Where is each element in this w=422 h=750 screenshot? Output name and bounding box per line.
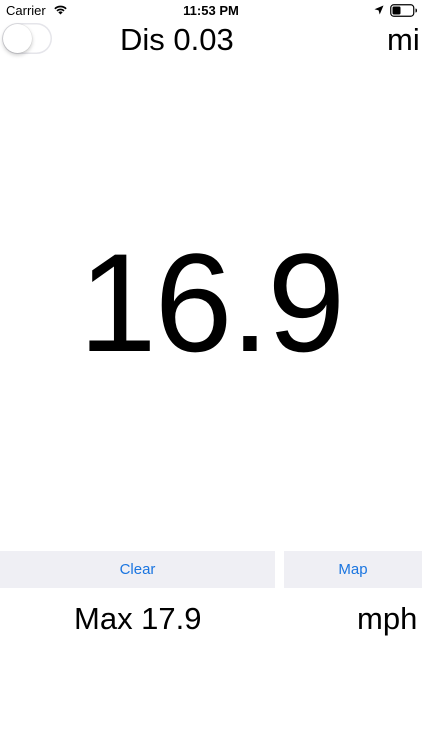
location-arrow-icon	[374, 5, 384, 15]
distance-readout: Dis 0.03	[120, 22, 234, 57]
distance-unit: mi	[387, 22, 420, 57]
status-time: 11:53 PM	[183, 3, 239, 18]
max-speed-readout: Max 17.9	[74, 601, 202, 636]
toggle-knob	[3, 24, 32, 53]
clear-button[interactable]: Clear	[0, 551, 275, 588]
speedometer-screen: Carrier 11:53 PM Dis 0.03 mi 16.9 Clear …	[0, 0, 422, 750]
tracking-toggle[interactable]	[2, 23, 52, 54]
battery-icon	[390, 4, 417, 17]
current-speed: 16.9	[78, 224, 345, 381]
speed-unit: mph	[357, 601, 418, 636]
map-button[interactable]: Map	[284, 551, 422, 588]
status-bar: Carrier 11:53 PM	[0, 0, 422, 22]
